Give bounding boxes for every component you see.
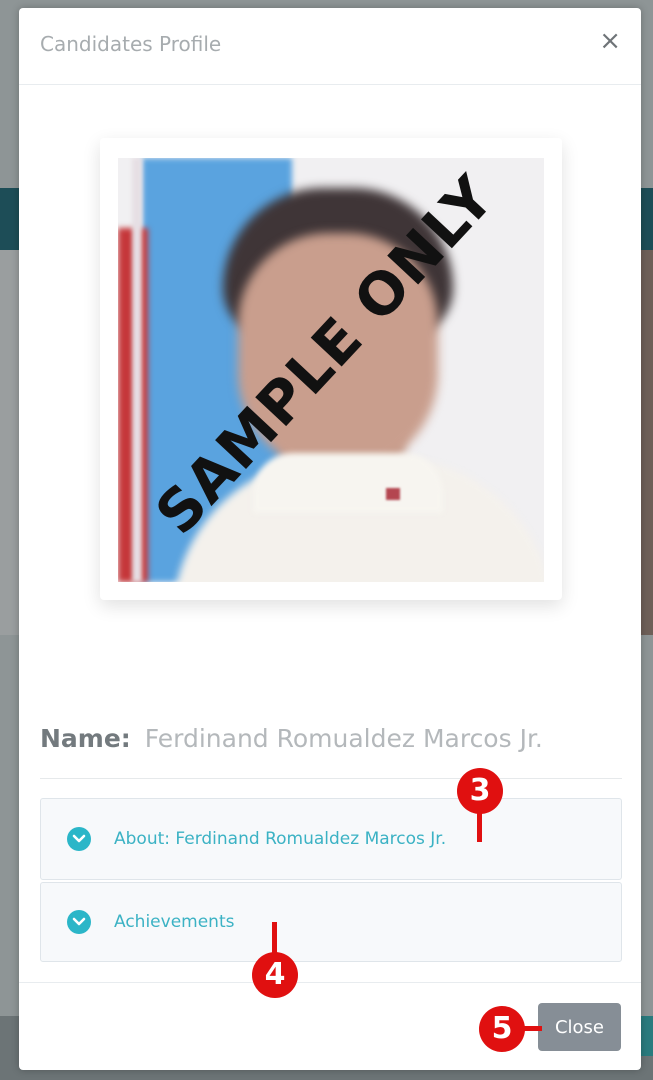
- modal-footer-divider: [19, 982, 641, 983]
- background-card-left: [0, 250, 20, 635]
- callout-5-badge: 5: [479, 1006, 525, 1052]
- flag-pin: [386, 488, 400, 500]
- candidate-profile-modal: Candidates Profile × Name: Ferdinand Rom…: [19, 8, 641, 1070]
- callout-4-line: [272, 922, 277, 954]
- name-label: Name:: [40, 724, 131, 753]
- callout-3-badge: 3: [457, 768, 503, 814]
- accordion-achievements-label: Achievements: [114, 912, 235, 932]
- photo-collar: [253, 453, 443, 513]
- candidate-name-row: Name: Ferdinand Romualdez Marcos Jr.: [40, 724, 543, 753]
- accordion-about-label: About: Ferdinand Romualdez Marcos Jr.: [114, 829, 447, 849]
- flag-pole: [132, 158, 142, 582]
- chevron-down-circle-icon: [67, 827, 91, 851]
- close-icon[interactable]: ×: [599, 28, 621, 54]
- close-button[interactable]: Close: [538, 1003, 621, 1051]
- callout-4-badge: 4: [252, 952, 298, 998]
- name-value: Ferdinand Romualdez Marcos Jr.: [144, 724, 543, 753]
- accordion-about[interactable]: About: Ferdinand Romualdez Marcos Jr.: [40, 798, 622, 880]
- modal-header: Candidates Profile ×: [19, 8, 641, 85]
- modal-title: Candidates Profile: [40, 32, 222, 56]
- chevron-down-circle-icon: [67, 910, 91, 934]
- divider: [40, 778, 622, 779]
- accordion-achievements[interactable]: Achievements: [40, 882, 622, 962]
- callout-3-line: [477, 810, 482, 842]
